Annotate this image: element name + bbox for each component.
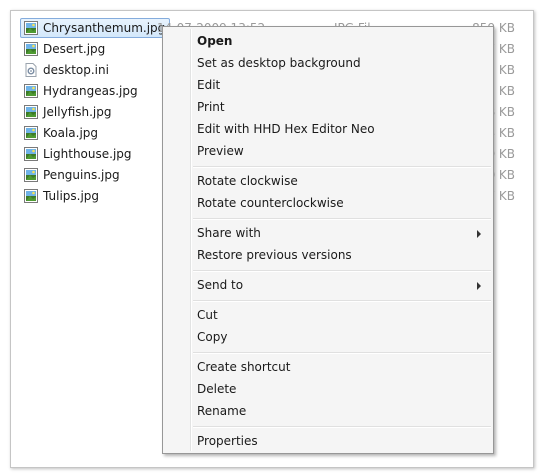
image-file-icon (24, 168, 38, 182)
file-name: Jellyfish.jpg (43, 105, 112, 119)
menu-item-label: Copy (197, 330, 228, 344)
menu-item-label: Edit (197, 78, 221, 92)
file-name: Chrysanthemum.jpg (43, 21, 166, 35)
menu-item-print[interactable]: Print (165, 97, 491, 119)
menu-item-edit[interactable]: Edit (165, 75, 491, 97)
menu-item-restore-previous-versions[interactable]: Restore previous versions (165, 245, 491, 267)
menu-item-label: Properties (197, 434, 258, 448)
menu-item-rotate-clockwise[interactable]: Rotate clockwise (165, 171, 491, 193)
submenu-arrow-icon (477, 230, 481, 238)
image-file-icon (24, 189, 38, 203)
menu-item-label: Rename (197, 404, 247, 418)
menu-separator (193, 300, 491, 302)
menu-item-label: Share with (197, 226, 261, 240)
menu-item-copy[interactable]: Copy (165, 327, 491, 349)
context-menu: Open Set as desktop background Edit Print Ed… (162, 26, 494, 454)
menu-item-label: Restore previous versions (197, 248, 352, 262)
file-name: desktop.ini (43, 63, 109, 77)
menu-item-rename[interactable]: Rename (165, 401, 491, 423)
file-name: Hydrangeas.jpg (43, 84, 138, 98)
menu-separator (193, 270, 491, 272)
file-name: Tulips.jpg (43, 189, 100, 203)
menu-separator (193, 426, 491, 428)
file-name: Koala.jpg (43, 126, 99, 140)
menu-item-label: Print (197, 100, 225, 114)
image-file-icon (24, 147, 38, 161)
menu-item-label: Send to (197, 278, 244, 292)
menu-item-create-shortcut[interactable]: Create shortcut (165, 357, 491, 379)
image-file-icon (24, 105, 38, 119)
menu-item-label: Delete (197, 382, 237, 396)
menu-item-preview[interactable]: Preview (165, 141, 491, 163)
menu-item-send-to[interactable]: Send to (165, 275, 491, 297)
menu-item-rotate-counterclockwise[interactable]: Rotate counterclockwise (165, 193, 491, 215)
menu-item-share-with[interactable]: Share with (165, 223, 491, 245)
menu-item-label: Edit with HHD Hex Editor Neo (197, 122, 375, 136)
menu-separator (193, 218, 491, 220)
menu-item-label: Create shortcut (197, 360, 291, 374)
image-file-icon (24, 84, 38, 98)
menu-item-edit-with-hhd-hex-editor-neo[interactable]: Edit with HHD Hex Editor Neo (165, 119, 491, 141)
image-file-icon (24, 126, 38, 140)
image-file-icon (24, 42, 38, 56)
menu-separator (193, 352, 491, 354)
menu-item-label: Cut (197, 308, 218, 322)
menu-item-properties[interactable]: Properties (165, 431, 491, 453)
submenu-arrow-icon (477, 282, 481, 290)
settings-file-icon (24, 63, 38, 77)
menu-item-set-as-desktop-background[interactable]: Set as desktop background (165, 53, 491, 75)
file-name: Penguins.jpg (43, 168, 120, 182)
file-name: Desert.jpg (43, 42, 106, 56)
menu-item-label: Rotate counterclockwise (197, 196, 344, 210)
menu-separator (193, 166, 491, 168)
menu-item-label: Rotate clockwise (197, 174, 298, 188)
image-file-icon (24, 21, 38, 35)
menu-item-label: Open (197, 34, 233, 48)
menu-item-label: Preview (197, 144, 244, 158)
file-name: Lighthouse.jpg (43, 147, 132, 161)
menu-item-cut[interactable]: Cut (165, 305, 491, 327)
menu-item-open[interactable]: Open (165, 31, 491, 53)
menu-item-delete[interactable]: Delete (165, 379, 491, 401)
menu-item-label: Set as desktop background (197, 56, 361, 70)
